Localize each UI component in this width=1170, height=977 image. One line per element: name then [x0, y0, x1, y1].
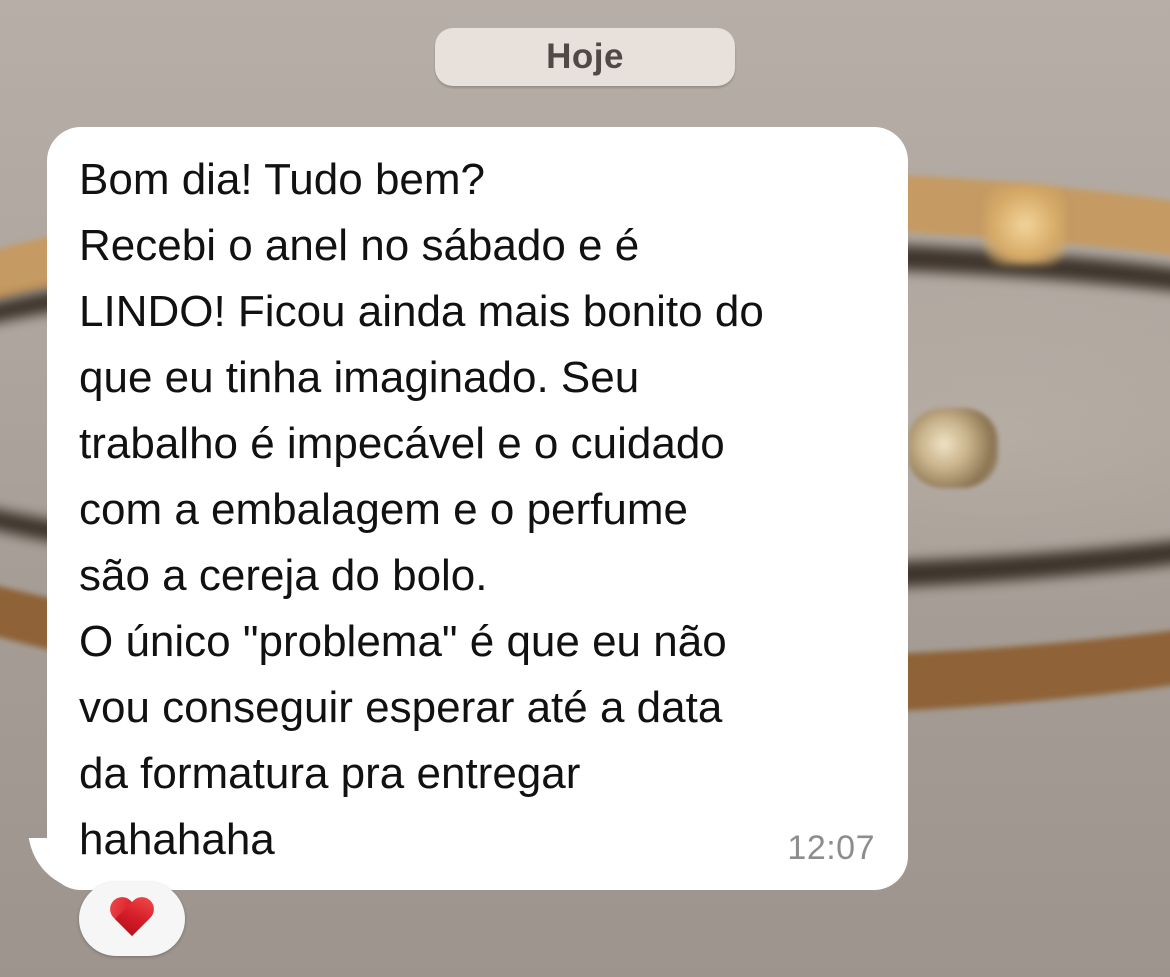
date-divider: Hoje	[435, 28, 735, 86]
message-text-line: trabalho é impecável e o cuidado	[79, 419, 725, 468]
incoming-message-bubble[interactable]: Bom dia! Tudo bem? Recebi o anel no sába…	[47, 127, 908, 890]
message-text-line: da formatura pra entregar	[79, 749, 581, 798]
message-text-line: com a embalagem e o perfume	[79, 485, 688, 534]
message-text-line: Recebi o anel no sábado e é	[79, 221, 640, 270]
message-text-line: são a cereja do bolo.	[79, 551, 488, 600]
date-divider-label: Hoje	[546, 37, 624, 76]
message-text-line: O único "problema" é que eu não	[79, 617, 727, 666]
ring-highlight-graphic	[985, 185, 1065, 265]
message-text-line: que eu tinha imaginado. Seu	[79, 353, 640, 402]
message-text-line: vou conseguir esperar até a data	[79, 683, 723, 732]
message-timestamp: 12:07	[787, 829, 875, 867]
message-text-line: Bom dia! Tudo bem?	[79, 155, 486, 204]
red-heart-icon	[109, 898, 155, 940]
message-reaction[interactable]	[79, 882, 185, 956]
message-text-line: hahahaha	[79, 815, 275, 864]
message-text-line: LINDO! Ficou ainda mais bonito do	[79, 287, 764, 336]
ring-gem-graphic	[908, 408, 998, 488]
